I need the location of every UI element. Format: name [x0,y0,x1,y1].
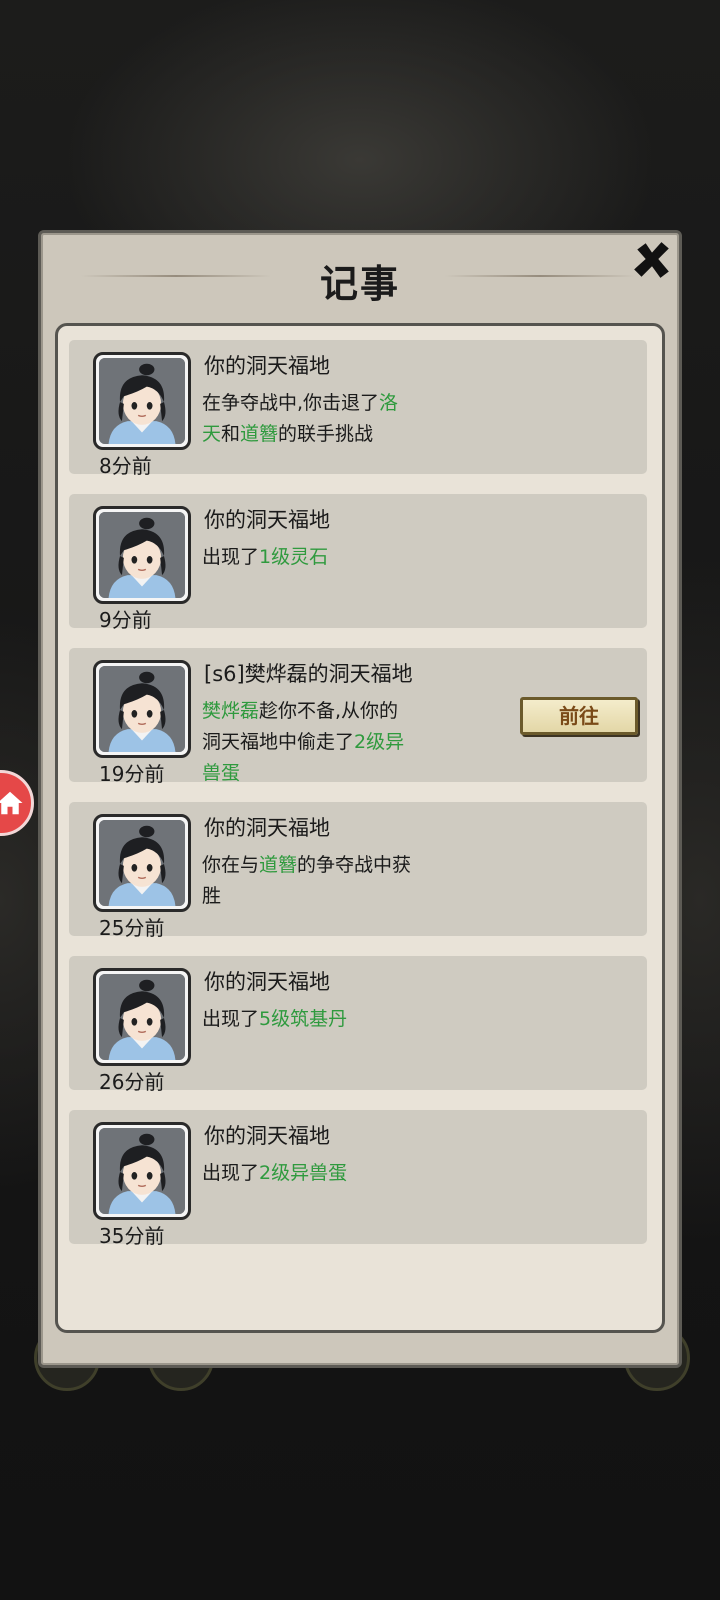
entry-time: 8分前 [99,454,152,478]
record-entry: 9分前 你的洞天福地 出现了1级灵石 [69,494,647,632]
body-text: 的联手挑战 [278,423,374,445]
home-icon [0,791,23,815]
entry-time: 35分前 [99,1224,165,1248]
highlight-text: 樊烨磊 [202,700,260,722]
entry-body: 你在与道簪的争夺战中获胜 [202,850,432,912]
entry-title: [s6]樊烨磊的洞天福地 [204,662,413,686]
records-modal: 记事 8分前 你的洞天福地 在争夺战中,你击退了洛 天和道簪的联手挑战 9分前 你的洞天… [38,230,682,1368]
avatar[interactable] [93,660,191,758]
body-text: 的争夺战中获 [297,854,412,876]
entry-title: 你的洞天福地 [204,354,330,378]
character-portrait-icon [99,512,185,598]
highlight-text: 兽蛋 [202,762,241,784]
avatar[interactable] [93,506,191,604]
entry-body: 在争夺战中,你击退了洛天和道簪的联手挑战 [202,388,432,450]
avatar[interactable] [93,814,191,912]
character-portrait-icon [99,974,185,1060]
record-entry: 19分前 [s6]樊烨磊的洞天福地 樊烨磊趁你不备,从你的洞天福地中偷走了2级异兽蛋… [69,648,647,786]
entry-title: 你的洞天福地 [204,508,330,532]
modal-title: 记事 [319,262,400,306]
entry-body: 樊烨磊趁你不备,从你的洞天福地中偷走了2级异兽蛋 [202,696,432,789]
highlight-text: 2级异兽蛋 [259,1162,348,1184]
record-entry: 8分前 你的洞天福地在争夺战中,你击退了洛天和道簪的联手挑战 [69,340,647,478]
entry-body: 出现了2级异兽蛋 [202,1158,432,1189]
body-text: 出现了 [202,1008,260,1030]
avatar[interactable] [93,968,191,1066]
highlight-text: 道簪 [240,423,279,445]
body-text: 你在与 [202,854,260,876]
body-text: 出现了 [202,1162,260,1184]
record-entry: 35分前 你的洞天福地 出现了2级异兽蛋 [69,1110,647,1248]
highlight-text: 天 [202,423,222,445]
entry-title: 你的洞天福地 [204,816,330,840]
body-text: 胜 [202,885,222,907]
close-button[interactable] [629,237,675,283]
character-portrait-icon [99,1128,185,1214]
entry-time: 26分前 [99,1070,165,1094]
body-text: 和 [221,423,241,445]
highlight-text: 1级灵石 [259,546,329,568]
entry-title: 你的洞天福地 [204,970,330,994]
character-portrait-icon [99,820,185,906]
entry-body: 出现了1级灵石 [202,542,432,573]
records-list[interactable]: 8分前 你的洞天福地 在争夺战中,你击退了洛 天和道簪的联手挑战 9分前 你的洞天福地出… [69,340,647,1254]
record-entry: 26分前 你的洞天福地 出现了5级筑基丹 [69,956,647,1094]
avatar[interactable] [93,352,191,450]
highlight-text: 道簪 [259,854,298,876]
entry-time: 25分前 [99,916,165,940]
body-text: 出现了 [202,546,260,568]
avatar[interactable] [93,1122,191,1220]
close-icon [634,242,669,278]
entry-title: 你的洞天福地 [204,1124,330,1148]
character-portrait-icon [99,358,185,444]
body-text: 在争夺战中,你击退了 [202,392,380,414]
records-list-panel: 8分前 你的洞天福地 在争夺战中,你击退了洛 天和道簪的联手挑战 9分前 你的洞天福地出… [55,323,665,1333]
entry-time: 19分前 [99,762,165,786]
entry-body: 出现了5级筑基丹 [202,1004,432,1035]
highlight-text: 5级筑基丹 [259,1008,348,1030]
body-text: 洞天福地中偷走了 [202,731,355,753]
body-text: 趁你不备,从你的 [259,700,399,722]
highlight-text: 洛 [379,392,399,414]
record-entry: 25分前 你的洞天福地 你在与道簪的争夺战中获胜 [69,802,647,940]
goto-button[interactable]: 前往 [520,697,638,735]
entry-time: 9分前 [99,608,152,632]
highlight-text: 2级异 [354,731,405,753]
character-portrait-icon [99,666,185,752]
